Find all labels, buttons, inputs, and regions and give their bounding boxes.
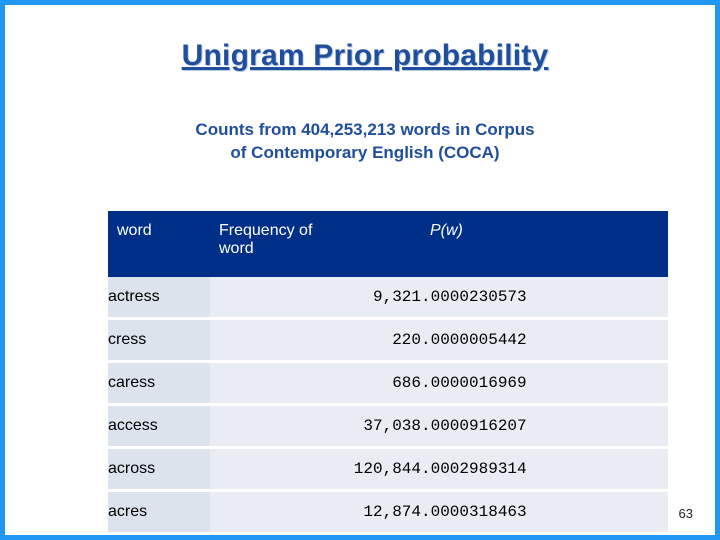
- cell-probability: .0000916207: [421, 404, 668, 449]
- table-row: caress 686 .0000016969: [108, 361, 668, 406]
- cell-word: cress: [108, 318, 210, 363]
- cell-probability: .0000016969: [421, 361, 668, 406]
- table-row: actress 9,321 .0000230573: [108, 277, 668, 320]
- cell-probability: .0000230573: [421, 277, 668, 320]
- table-row: across 120,844 .0002989314: [108, 447, 668, 492]
- subtitle: Counts from 404,253,213 words in Corpus …: [5, 119, 720, 165]
- cell-frequency: 37,038: [210, 404, 421, 449]
- column-header-probability: P(w): [421, 211, 668, 277]
- cell-word: acres: [108, 490, 210, 535]
- table-body: actress 9,321 .0000230573 cress 220 .000…: [108, 277, 668, 535]
- cell-frequency: 120,844: [210, 447, 421, 492]
- column-header-word: word: [108, 211, 210, 277]
- cell-frequency: 686: [210, 361, 421, 406]
- column-header-frequency: Frequency of word: [210, 211, 421, 277]
- slide: Unigram Prior probability Counts from 40…: [0, 0, 720, 540]
- table-header-row: word Frequency of word P(w): [108, 211, 668, 277]
- cell-frequency: 9,321: [210, 277, 421, 320]
- unigram-table: word Frequency of word P(w) actress 9,32…: [108, 211, 668, 535]
- page-title: Unigram Prior probability: [181, 39, 549, 72]
- cell-word: access: [108, 404, 210, 449]
- subtitle-line-2: of Contemporary English (COCA): [230, 142, 500, 162]
- cell-probability: .0002989314: [421, 447, 668, 492]
- column-header-probability-label: P(w): [430, 222, 463, 239]
- subtitle-line-1: Counts from 404,253,213 words in Corpus: [195, 120, 535, 139]
- cell-word: caress: [108, 361, 210, 406]
- table-header: word Frequency of word P(w): [108, 211, 668, 277]
- table-row: access 37,038 .0000916207: [108, 404, 668, 449]
- column-header-frequency-line-1: Frequency of: [219, 222, 313, 239]
- page-number: 63: [678, 506, 693, 521]
- cell-word: across: [108, 447, 210, 492]
- cell-probability: .0000005442: [421, 318, 668, 363]
- cell-frequency: 220: [210, 318, 421, 363]
- cell-probability: .0000318463: [421, 490, 668, 535]
- table-row: cress 220 .0000005442: [108, 318, 668, 363]
- cell-word: actress: [108, 277, 210, 320]
- column-header-frequency-line-2: word: [219, 240, 254, 257]
- table-row: acres 12,874 .0000318463: [108, 490, 668, 535]
- cell-frequency: 12,874: [210, 490, 421, 535]
